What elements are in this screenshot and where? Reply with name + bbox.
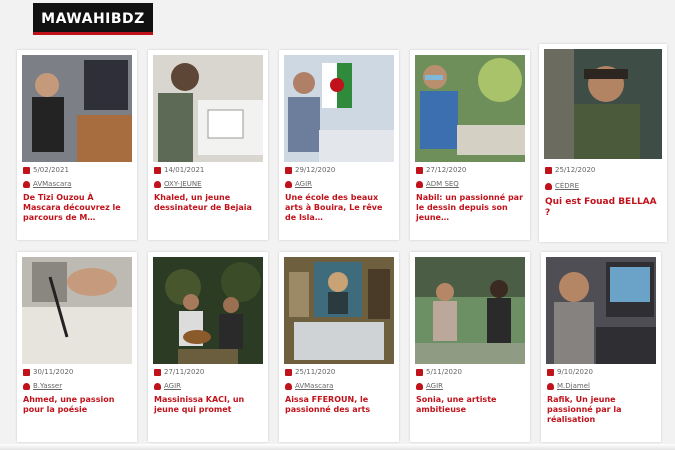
article-card[interactable]: 30/11/2020 B.Yasser Ahmed, une passion p… xyxy=(17,252,137,442)
article-thumbnail[interactable] xyxy=(153,257,263,364)
article-card-featured[interactable]: 25/12/2020 CÈDRE Qui est Fouad BELLAA ? xyxy=(539,44,667,242)
article-date: 25/11/2020 xyxy=(285,368,335,376)
user-icon xyxy=(416,382,423,390)
article-title-link[interactable]: Nabil: un passionné par le dessin depuis… xyxy=(416,193,526,223)
user-icon xyxy=(285,382,292,390)
calendar-icon xyxy=(23,166,30,174)
article-author-link[interactable]: AGIR xyxy=(285,180,312,188)
calendar-icon xyxy=(547,368,554,376)
article-author-link[interactable]: B.Yasser xyxy=(23,382,62,390)
article-thumbnail[interactable] xyxy=(415,55,525,162)
article-author-link[interactable]: M.Djamel xyxy=(547,382,590,390)
article-card[interactable]: 5/02/2021 AVMascara De Tizi Ouzou À Masc… xyxy=(17,50,137,240)
article-thumbnail[interactable] xyxy=(284,257,394,364)
article-author-link[interactable]: AVMascara xyxy=(23,180,71,188)
article-date: 27/11/2020 xyxy=(154,368,204,376)
article-thumbnail[interactable] xyxy=(544,49,662,159)
article-title-link[interactable]: Rafik, Un jeune passionné par la réalisa… xyxy=(547,395,657,425)
article-date: 30/11/2020 xyxy=(23,368,73,376)
user-icon xyxy=(23,180,30,188)
article-date: 5/11/2020 xyxy=(416,368,462,376)
user-icon xyxy=(285,180,292,188)
article-card[interactable]: 27/12/2020 ADM SEQ Nabil: un passionné p… xyxy=(410,50,530,240)
site-logo[interactable]: MAWAHIBDZ xyxy=(33,3,153,35)
article-author-link[interactable]: AGIR xyxy=(154,382,181,390)
article-title-link[interactable]: De Tizi Ouzou À Mascara découvrez le par… xyxy=(23,193,133,223)
calendar-icon xyxy=(285,166,292,174)
user-icon xyxy=(154,382,161,390)
calendar-icon xyxy=(416,166,423,174)
user-icon xyxy=(416,180,423,188)
article-author-link[interactable]: OXY-JEUNE xyxy=(154,180,202,188)
calendar-icon xyxy=(154,368,161,376)
article-title-link[interactable]: Khaled, un jeune dessinateur de Bejaia xyxy=(154,193,264,213)
calendar-icon xyxy=(545,166,552,174)
article-date: 25/12/2020 xyxy=(545,166,595,174)
calendar-icon xyxy=(23,368,30,376)
article-card[interactable]: 5/11/2020 AGIR Sonia, une artiste ambiti… xyxy=(410,252,530,442)
article-thumbnail[interactable] xyxy=(284,55,394,162)
page-bottom-edge xyxy=(0,444,675,450)
article-thumbnail[interactable] xyxy=(153,55,263,162)
article-date: 5/02/2021 xyxy=(23,166,69,174)
user-icon xyxy=(23,382,30,390)
logo-text: MAWAHIBDZ xyxy=(41,11,145,27)
article-title-link[interactable]: Une école des beaux arts à Bouira, Le rê… xyxy=(285,193,395,223)
article-date: 27/12/2020 xyxy=(416,166,466,174)
article-title-link[interactable]: Sonia, une artiste ambitieuse xyxy=(416,395,526,415)
article-card[interactable]: 29/12/2020 AGIR Une école des beaux arts… xyxy=(279,50,399,240)
article-card[interactable]: 14/01/2021 OXY-JEUNE Khaled, un jeune de… xyxy=(148,50,268,240)
calendar-icon xyxy=(285,368,292,376)
article-card[interactable]: 27/11/2020 AGIR Massinissa KACI, un jeun… xyxy=(148,252,268,442)
article-author-link[interactable]: ADM SEQ xyxy=(416,180,459,188)
article-thumbnail[interactable] xyxy=(22,257,132,364)
user-icon xyxy=(547,382,554,390)
article-title-link[interactable]: Massinissa KACI, un jeune qui promet xyxy=(154,395,264,415)
article-title-link[interactable]: Ahmed, une passion pour la poésie xyxy=(23,395,133,415)
article-title-link[interactable]: Qui est Fouad BELLAA ? xyxy=(545,197,663,219)
calendar-icon xyxy=(154,166,161,174)
article-date: 29/12/2020 xyxy=(285,166,335,174)
article-title-link[interactable]: Aissa FFEROUN, le passionné des arts xyxy=(285,395,395,415)
article-date: 9/10/2020 xyxy=(547,368,593,376)
article-grid: 5/02/2021 AVMascara De Tizi Ouzou À Masc… xyxy=(17,44,667,442)
article-author-link[interactable]: AGIR xyxy=(416,382,443,390)
article-card[interactable]: 9/10/2020 M.Djamel Rafik, Un jeune passi… xyxy=(541,252,661,442)
user-icon xyxy=(545,182,552,190)
article-thumbnail[interactable] xyxy=(22,55,132,162)
article-author-link[interactable]: CÈDRE xyxy=(545,182,579,190)
calendar-icon xyxy=(416,368,423,376)
article-author-link[interactable]: AVMascara xyxy=(285,382,333,390)
user-icon xyxy=(154,180,161,188)
article-date: 14/01/2021 xyxy=(154,166,204,174)
article-thumbnail[interactable] xyxy=(546,257,656,364)
article-thumbnail[interactable] xyxy=(415,257,525,364)
article-card[interactable]: 25/11/2020 AVMascara Aissa FFEROUN, le p… xyxy=(279,252,399,442)
